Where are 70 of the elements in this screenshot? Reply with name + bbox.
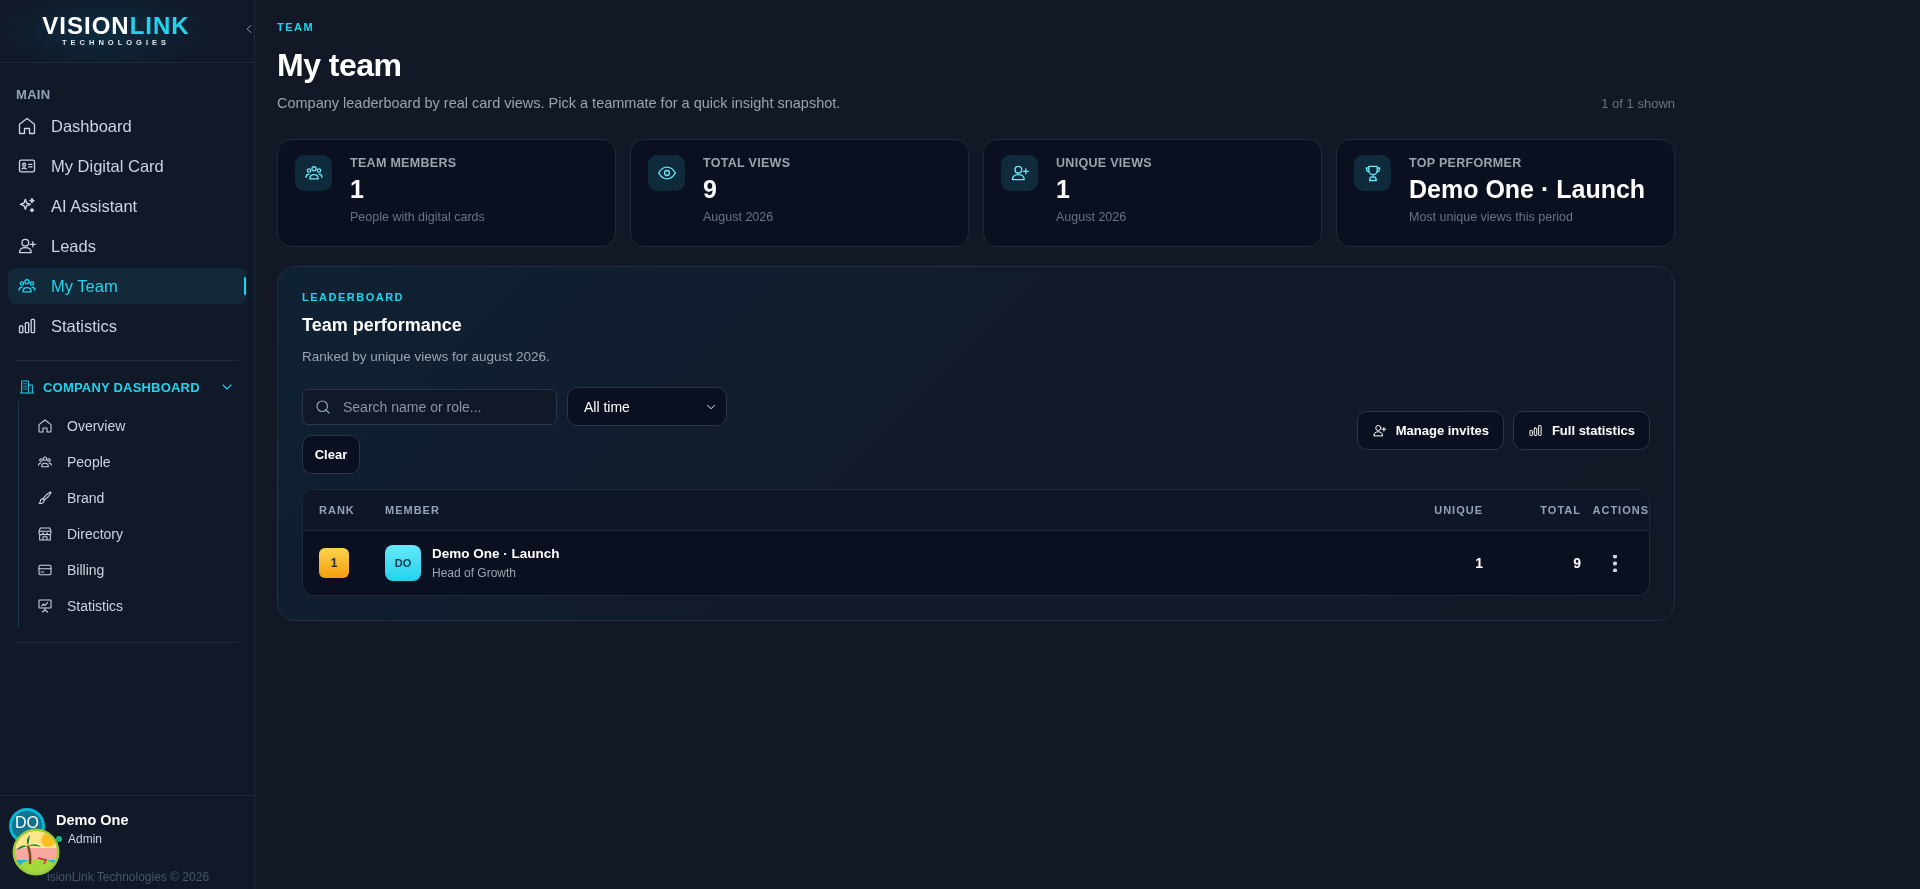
users-icon — [17, 276, 37, 296]
storefront-icon — [37, 526, 53, 542]
column-header: RANK — [319, 504, 356, 516]
users-icon — [303, 163, 324, 183]
rank-badge: 1 — [319, 548, 349, 578]
page-title: My team — [277, 47, 403, 84]
section-label: LEADERBOARD — [302, 291, 406, 303]
more-vertical-icon — [1613, 554, 1617, 572]
user-role: Admin — [68, 832, 102, 846]
credit-card-icon — [37, 562, 53, 578]
nav-item[interactable]: Billing — [19, 552, 254, 588]
nav-item[interactable]: Dashboard — [8, 108, 247, 144]
brush-icon — [37, 490, 53, 506]
nav-item[interactable]: Directory — [19, 516, 254, 552]
presentation-icon — [37, 598, 53, 614]
period-dropdown[interactable]: All time — [567, 387, 727, 426]
stat-label: TOP PERFORMER — [1409, 156, 1523, 170]
panel-title: Team performance — [302, 315, 463, 336]
stat-note: People with digital cards — [350, 210, 485, 224]
stat-note: August 2026 — [703, 210, 775, 224]
column-header: ACTIONS — [1591, 504, 1649, 516]
stat-value: 9 — [703, 175, 718, 204]
section-toggle[interactable]: COMPANY DASHBOARD — [19, 376, 235, 398]
more-button[interactable] — [1611, 552, 1619, 574]
nav-item[interactable]: AI Assistant — [8, 188, 247, 224]
column-header: TOTAL — [1539, 504, 1581, 516]
panel-subtitle: Ranked by unique views for august 2026. — [302, 349, 551, 364]
building-icon — [19, 379, 35, 395]
stat-value: Demo One · Launch — [1409, 175, 1646, 204]
user-name: Demo One — [56, 812, 129, 828]
member-role: Head of Growth — [432, 566, 518, 580]
bar-chart-icon — [1527, 423, 1543, 438]
clear-button[interactable]: Clear — [302, 435, 360, 474]
nav-item[interactable]: Statistics — [8, 308, 247, 344]
avatar: DO — [385, 545, 421, 581]
action-button[interactable]: Manage invites — [1356, 411, 1504, 450]
stat-value: 1 — [350, 175, 365, 204]
page-subtitle: Company leaderboard by real card views. Pick a teammate for a quick insight snapshot. — [277, 95, 841, 111]
stat-label: UNIQUE VIEWS — [1056, 156, 1152, 170]
member-name: Demo One · Launch — [432, 546, 560, 561]
result-count: 1 of 1 shown — [1601, 96, 1675, 111]
nav-item[interactable]: People — [19, 444, 254, 480]
search-icon — [314, 397, 332, 416]
users-icon — [37, 454, 53, 470]
stat-label: TEAM MEMBERS — [350, 156, 458, 170]
table-cell-text: 1 — [1474, 555, 1483, 571]
nav-item[interactable]: My Team — [8, 268, 247, 304]
action-button[interactable]: Full statistics — [1512, 411, 1650, 450]
bar-chart-icon — [17, 316, 37, 336]
stat-label: TOTAL VIEWS — [703, 156, 791, 170]
column-header: UNIQUE — [1433, 504, 1483, 516]
nav-item[interactable]: Overview — [19, 408, 254, 444]
stat-note: August 2026 — [1056, 210, 1128, 224]
house-icon — [37, 418, 53, 434]
search-field[interactable]: Search name or role... — [302, 388, 557, 425]
nav-item[interactable]: My Digital Card — [8, 148, 247, 184]
house-icon — [17, 116, 37, 136]
user-plus-icon — [1371, 423, 1387, 438]
user-plus-icon — [17, 236, 37, 256]
user-plus-icon — [1009, 163, 1030, 183]
copyright: isionLink Technologies © 2026 — [47, 870, 210, 884]
stat-value: 1 — [1056, 175, 1071, 204]
column-header: MEMBER — [385, 504, 441, 516]
nav-item[interactable]: Brand — [19, 480, 254, 516]
breadcrumb: TEAM — [277, 21, 316, 33]
section-heading: MAIN — [16, 87, 52, 102]
nav-item[interactable]: Leads — [8, 228, 247, 264]
table-cell-text: 9 — [1572, 555, 1581, 571]
nav-item[interactable]: Statistics — [19, 588, 254, 624]
stat-note: Most unique views this period — [1409, 210, 1574, 224]
